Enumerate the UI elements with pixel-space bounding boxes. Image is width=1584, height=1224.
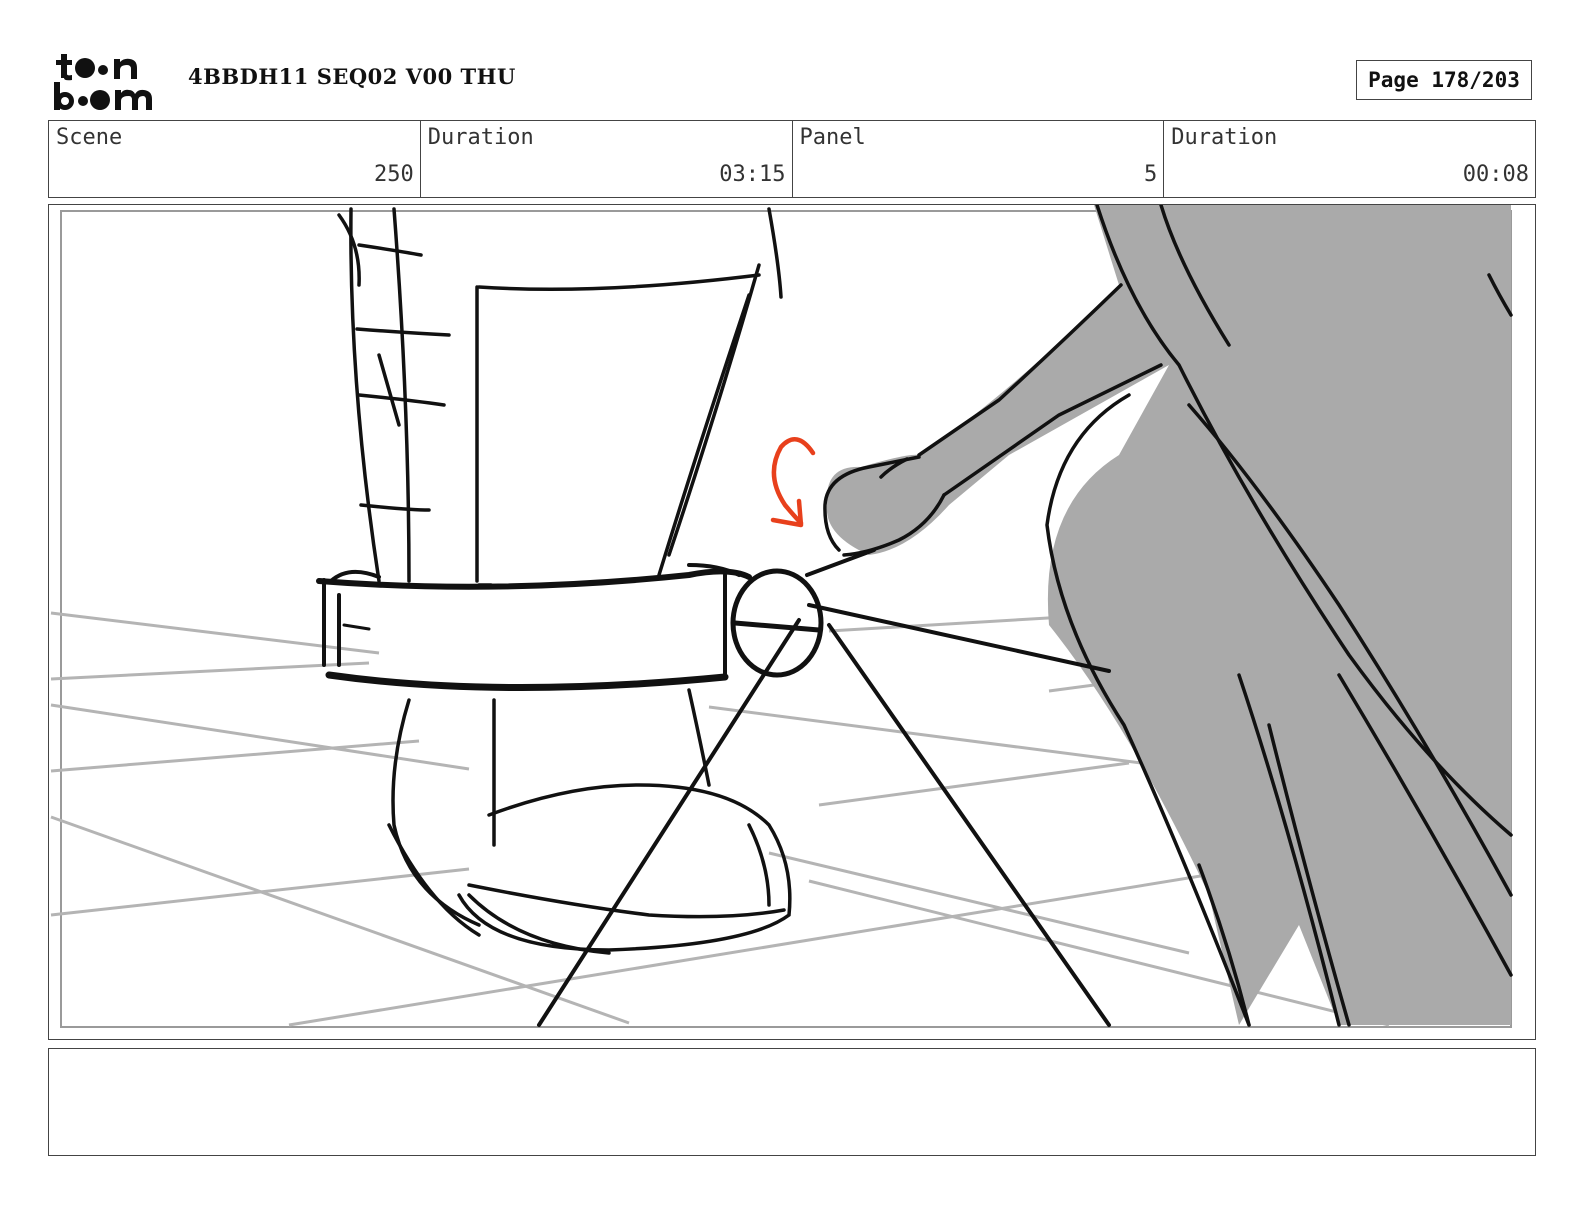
storyboard-panel xyxy=(48,204,1536,1040)
scene-duration-cell: Duration 03:15 xyxy=(421,121,793,197)
panel-cell: Panel 5 xyxy=(793,121,1165,197)
page-counter: Page 178/203 xyxy=(1356,60,1532,100)
panel-value: 5 xyxy=(1144,162,1158,187)
scene-cell: Scene 250 xyxy=(49,121,421,197)
cuff-band xyxy=(316,563,752,691)
scene-duration-value: 03:15 xyxy=(719,162,786,187)
project-title: 4BBDH11 SEQ02 V00 THU xyxy=(188,64,516,89)
panel-notes-box xyxy=(48,1048,1536,1156)
leg xyxy=(337,207,783,587)
rope-lines xyxy=(537,548,1111,1027)
panel-duration-label: Duration xyxy=(1171,125,1278,150)
panel-duration-value: 00:08 xyxy=(1462,162,1529,187)
rotation-arrow-icon xyxy=(770,437,816,528)
panel-sketch xyxy=(50,205,1513,1028)
gray-figure xyxy=(823,205,1513,1027)
scene-duration-label: Duration xyxy=(427,125,534,150)
toon-boom-logo xyxy=(52,50,164,112)
wheel xyxy=(730,568,824,678)
panel-duration-cell: Duration 00:08 xyxy=(1164,121,1535,197)
scene-label: Scene xyxy=(56,125,123,150)
scene-value: 250 xyxy=(374,162,414,187)
panel-label: Panel xyxy=(799,125,866,150)
panel-info-row: Scene 250 Duration 03:15 Panel 5 Duratio… xyxy=(48,120,1536,198)
